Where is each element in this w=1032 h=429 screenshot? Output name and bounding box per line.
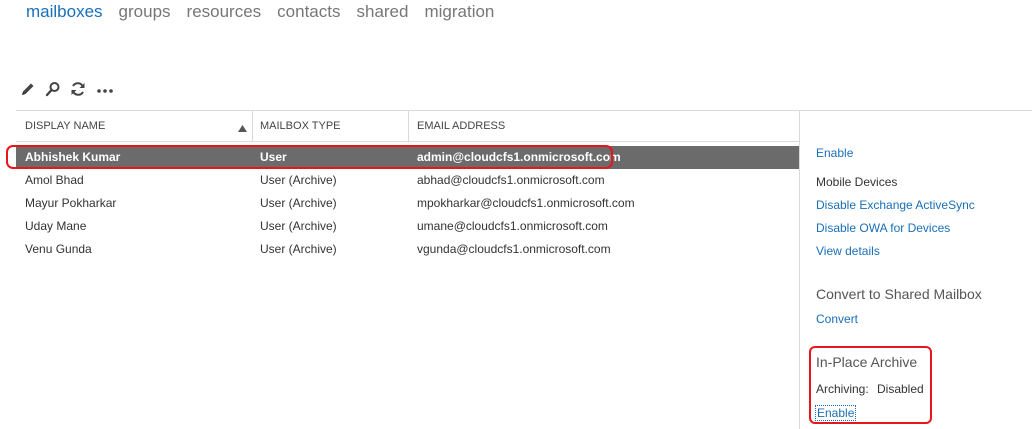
cell-email: abhad@cloudcfs1.onmicrosoft.com	[417, 173, 605, 187]
search-icon[interactable]	[45, 80, 61, 98]
convert-shared-heading: Convert to Shared Mailbox	[816, 286, 982, 302]
convert-link[interactable]: Convert	[816, 312, 858, 326]
cell-mailbox-type: User (Archive)	[260, 173, 337, 187]
tab-groups[interactable]: groups	[119, 2, 171, 22]
cell-email: umane@cloudcfs1.onmicrosoft.com	[417, 219, 608, 233]
cell-mailbox-type: User (Archive)	[260, 219, 337, 233]
cell-display-name: Uday Mane	[25, 219, 87, 233]
tab-mailboxes[interactable]: mailboxes	[26, 2, 103, 22]
column-separator	[252, 111, 253, 141]
grid-header: DISPLAY NAME MAILBOX TYPE EMAIL ADDRESS	[16, 110, 800, 142]
column-email-address[interactable]: EMAIL ADDRESS	[417, 111, 505, 141]
sort-ascending-icon[interactable]	[238, 123, 247, 135]
toolbar	[20, 80, 115, 98]
column-separator	[408, 111, 409, 141]
table-row[interactable]: Venu Gunda User (Archive) vgunda@cloudcf…	[16, 238, 800, 261]
cell-mailbox-type: User (Archive)	[260, 242, 337, 256]
enable-link[interactable]: Enable	[816, 146, 853, 160]
disable-owa-link[interactable]: Disable OWA for Devices	[816, 221, 950, 235]
view-details-link[interactable]: View details	[816, 244, 880, 258]
column-mailbox-type[interactable]: MAILBOX TYPE	[260, 111, 341, 141]
details-header-divider	[800, 110, 1032, 111]
tab-shared[interactable]: shared	[356, 2, 408, 22]
cell-mailbox-type: User (Archive)	[260, 196, 337, 210]
more-icon[interactable]	[95, 80, 115, 98]
tab-migration[interactable]: migration	[424, 2, 494, 22]
tab-resources[interactable]: resources	[187, 2, 262, 22]
cell-email: mpokharkar@cloudcfs1.onmicrosoft.com	[417, 196, 635, 210]
cell-display-name: Mayur Pokharkar	[25, 196, 117, 210]
refresh-icon[interactable]	[70, 80, 86, 98]
edit-icon[interactable]	[20, 80, 36, 98]
table-row[interactable]: Mayur Pokharkar User (Archive) mpokharka…	[16, 192, 800, 215]
table-row[interactable]: Uday Mane User (Archive) umane@cloudcfs1…	[16, 215, 800, 238]
mailbox-grid: DISPLAY NAME MAILBOX TYPE EMAIL ADDRESS …	[16, 110, 800, 256]
nav-tabs: mailboxes groups resources contacts shar…	[26, 2, 494, 22]
cell-email: vgunda@cloudcfs1.onmicrosoft.com	[417, 242, 611, 256]
cell-display-name: Venu Gunda	[25, 242, 92, 256]
table-row[interactable]: Amol Bhad User (Archive) abhad@cloudcfs1…	[16, 169, 800, 192]
details-pane-divider	[799, 110, 800, 429]
selected-row-highlight	[6, 145, 613, 169]
tab-contacts[interactable]: contacts	[277, 2, 340, 22]
archive-highlight	[809, 346, 932, 424]
column-display-name[interactable]: DISPLAY NAME	[25, 111, 105, 141]
disable-activesync-link[interactable]: Disable Exchange ActiveSync	[816, 198, 975, 212]
cell-display-name: Amol Bhad	[25, 173, 84, 187]
mobile-devices-label: Mobile Devices	[816, 175, 898, 189]
